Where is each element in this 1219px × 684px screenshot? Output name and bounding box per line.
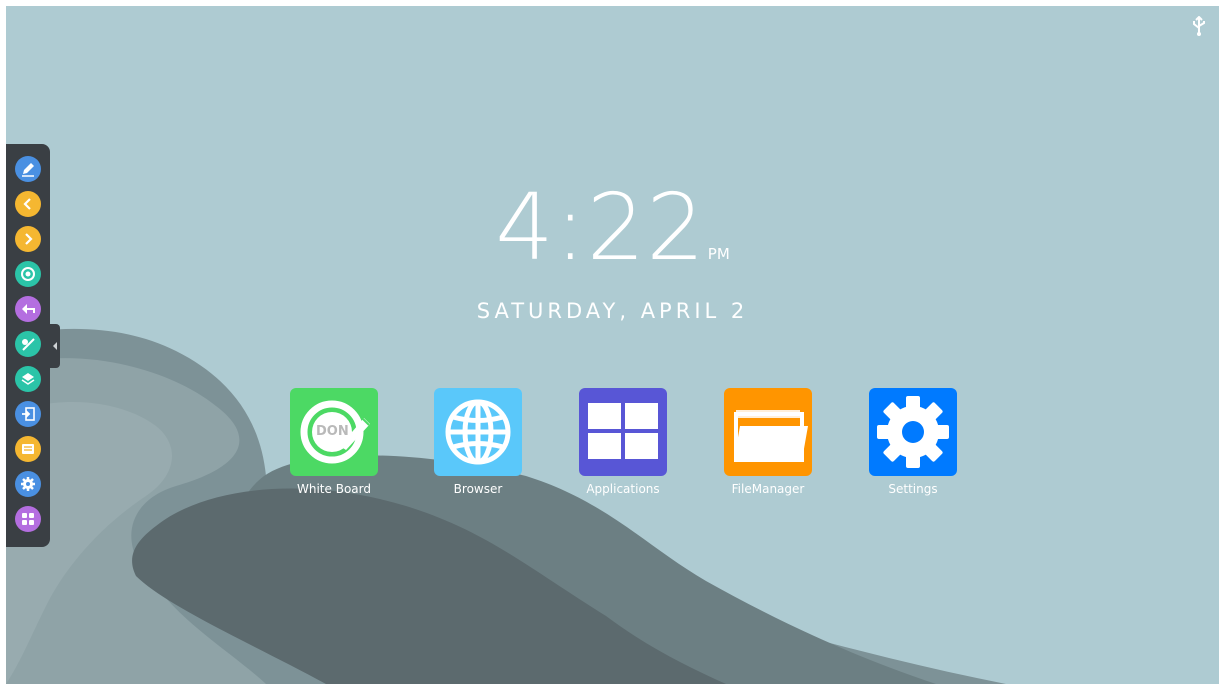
app-filemanager[interactable]: FileManager <box>718 388 818 496</box>
toolbar-collapse-handle[interactable] <box>50 324 60 368</box>
app-label: Settings <box>888 482 938 496</box>
gear-icon <box>869 388 957 476</box>
app-white-board[interactable]: DON White Board <box>284 388 384 496</box>
settings-icon[interactable] <box>15 471 41 497</box>
app-label: Applications <box>586 482 660 496</box>
usb-icon <box>1193 16 1205 36</box>
clock-time: 4:22 <box>495 174 706 281</box>
chevron-left-icon[interactable] <box>15 191 41 217</box>
app-browser[interactable]: Browser <box>428 388 528 496</box>
chevron-right-icon[interactable] <box>15 226 41 252</box>
layers-icon[interactable] <box>15 366 41 392</box>
app-label: White Board <box>297 482 371 496</box>
grid-icon <box>579 388 667 476</box>
app-label: FileManager <box>731 482 805 496</box>
target-icon[interactable] <box>15 261 41 287</box>
clock: 4:22 PM <box>6 174 1219 281</box>
folder-icon <box>724 388 812 476</box>
toolbox-icon[interactable] <box>15 436 41 462</box>
app-label: Browser <box>453 482 503 496</box>
side-toolbar <box>6 144 60 547</box>
app-settings[interactable]: Settings <box>863 388 963 496</box>
dune-wallpaper <box>6 328 1006 684</box>
annotation-icon[interactable] <box>15 331 41 357</box>
input-source-icon[interactable] <box>15 401 41 427</box>
clock-ampm: PM <box>707 245 730 263</box>
back-arrow-icon[interactable] <box>15 296 41 322</box>
home-screen: 4:22 PM SATURDAY, APRIL 2 DON White Board <box>6 6 1219 684</box>
pen-icon[interactable] <box>15 156 41 182</box>
whiteboard-logo-text: DON <box>316 424 349 439</box>
clock-date: SATURDAY, APRIL 2 <box>476 299 749 323</box>
apps-icon[interactable] <box>15 506 41 532</box>
globe-icon <box>434 388 522 476</box>
app-applications[interactable]: Applications <box>573 388 673 496</box>
whiteboard-icon: DON <box>290 388 378 476</box>
